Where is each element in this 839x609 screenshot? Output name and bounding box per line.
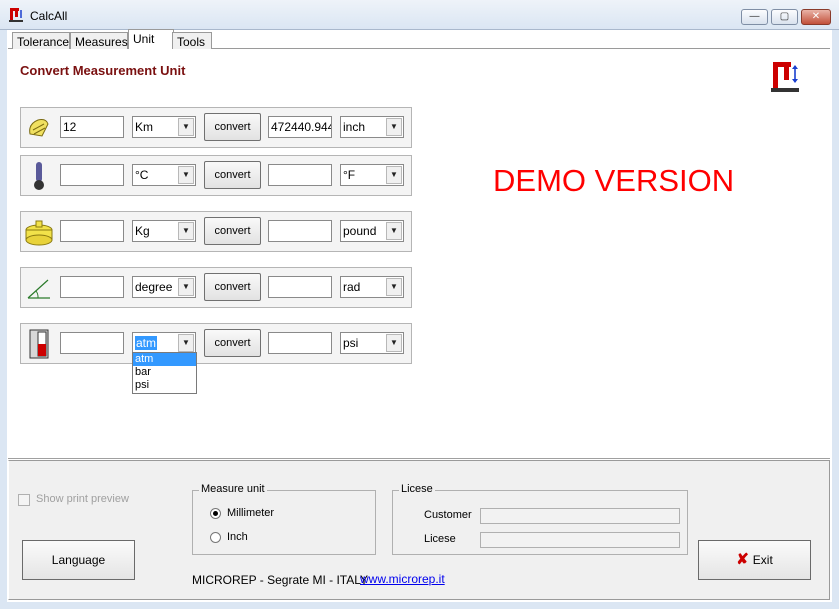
angle-input[interactable] [60, 276, 124, 298]
temperature-to-unit-select[interactable]: °F ▼ [340, 164, 404, 186]
pressure-unit-dropdown-list: atm bar psi [132, 352, 197, 394]
millimeter-radio[interactable] [210, 508, 221, 519]
show-print-preview-label: Show print preview [36, 493, 129, 505]
window-title: CalcAll [30, 9, 68, 23]
length-convert-button[interactable]: convert [204, 113, 261, 141]
angle-convert-button[interactable]: convert [204, 273, 261, 301]
title-bar: CalcAll — ▢ ✕ [0, 0, 839, 30]
tape-measure-icon [29, 119, 49, 137]
angle-from-unit-value: degree [135, 280, 173, 294]
length-from-unit-value: Km [135, 120, 153, 134]
weight-from-unit-value: Kg [135, 224, 150, 238]
conversion-row-pressure: atm ▼ convert psi ▼ [20, 323, 412, 364]
pressure-output[interactable] [268, 332, 332, 354]
license-label: Licese [424, 533, 456, 545]
conversion-row-length: 12 Km ▼ convert 472440.9448 inch ▼ [20, 107, 412, 148]
length-input[interactable]: 12 [60, 116, 124, 138]
pressure-input[interactable] [60, 332, 124, 354]
measure-unit-label: Measure unit [199, 483, 267, 495]
license-field[interactable] [480, 532, 680, 548]
angle-from-unit-select[interactable]: degree ▼ [132, 276, 196, 298]
tab-measures[interactable]: Measures [70, 32, 128, 49]
exit-label: Exit [752, 553, 773, 567]
chevron-down-icon[interactable]: ▼ [386, 278, 402, 296]
customer-label: Customer [424, 509, 472, 521]
chevron-down-icon[interactable]: ▼ [386, 166, 402, 184]
chevron-down-icon[interactable]: ▼ [386, 334, 402, 352]
weight-to-unit-select[interactable]: pound ▼ [340, 220, 404, 242]
minimize-button[interactable]: — [741, 9, 768, 25]
weight-input[interactable] [60, 220, 124, 242]
page-title: Convert Measurement Unit [20, 63, 186, 78]
chevron-down-icon[interactable]: ▼ [178, 166, 194, 184]
length-from-unit-select[interactable]: Km ▼ [132, 116, 196, 138]
length-to-unit-value: inch [343, 120, 366, 134]
angle-output[interactable] [268, 276, 332, 298]
tab-tools[interactable]: Tools [172, 32, 212, 49]
temperature-from-unit-select[interactable]: °C ▼ [132, 164, 196, 186]
weight-to-unit-value: pound [343, 224, 377, 238]
weight-convert-button[interactable]: convert [204, 217, 261, 245]
thermometer-icon [34, 162, 44, 190]
tab-unit[interactable]: Unit [128, 29, 174, 49]
chevron-down-icon[interactable]: ▼ [386, 118, 402, 136]
show-print-preview-checkbox[interactable] [18, 494, 30, 506]
angle-to-unit-select[interactable]: rad ▼ [340, 276, 404, 298]
pressure-from-unit-value: atm [135, 336, 158, 350]
language-button[interactable]: Language [22, 540, 135, 580]
close-button[interactable]: ✕ [801, 9, 831, 25]
pressure-gauge-icon [29, 329, 49, 359]
inch-label: Inch [227, 531, 248, 543]
temperature-convert-button[interactable]: convert [204, 161, 261, 189]
company-label: MICROREP - Segrate MI - ITALY [192, 573, 369, 587]
close-x-icon: ✘ [736, 551, 749, 568]
angle-icon [27, 279, 50, 299]
pressure-convert-button[interactable]: convert [204, 329, 261, 357]
pressure-to-unit-select[interactable]: psi ▼ [340, 332, 404, 354]
chevron-down-icon[interactable]: ▼ [178, 334, 194, 352]
chevron-down-icon[interactable]: ▼ [178, 222, 194, 240]
temperature-output[interactable] [268, 164, 332, 186]
measure-unit-group: Measure unit [192, 483, 376, 555]
exit-button[interactable]: ✘ Exit [698, 540, 811, 580]
dropdown-option-psi[interactable]: psi [133, 379, 196, 392]
demo-version-label: DEMO VERSION [493, 163, 735, 198]
customer-field[interactable] [480, 508, 680, 524]
weight-output[interactable] [268, 220, 332, 242]
pressure-from-unit-select[interactable]: atm ▼ [132, 332, 196, 354]
length-output[interactable]: 472440.9448 [268, 116, 332, 138]
conversion-row-temperature: °C ▼ convert °F ▼ [20, 155, 412, 196]
conversion-row-angle: degree ▼ convert rad ▼ [20, 267, 412, 308]
inch-radio[interactable] [210, 532, 221, 543]
dropdown-option-bar[interactable]: bar [133, 366, 196, 379]
app-logo-icon [9, 8, 23, 22]
website-link[interactable]: www.microrep.it [360, 572, 445, 586]
maximize-button[interactable]: ▢ [771, 9, 798, 25]
length-to-unit-select[interactable]: inch ▼ [340, 116, 404, 138]
temperature-to-unit-value: °F [343, 168, 356, 182]
chevron-down-icon[interactable]: ▼ [386, 222, 402, 240]
millimeter-label: Millimeter [227, 507, 275, 519]
weight-from-unit-select[interactable]: Kg ▼ [132, 220, 196, 242]
weight-icon [25, 220, 53, 246]
chevron-down-icon[interactable]: ▼ [178, 278, 194, 296]
temperature-from-unit-value: °C [135, 168, 149, 182]
temperature-input[interactable] [60, 164, 124, 186]
pressure-to-unit-value: psi [343, 336, 359, 350]
license-group-label: Licese [399, 483, 435, 495]
calcall-logo-icon [771, 62, 799, 92]
chevron-down-icon[interactable]: ▼ [178, 118, 194, 136]
dropdown-option-atm[interactable]: atm [133, 353, 196, 366]
conversion-row-weight: Kg ▼ convert pound ▼ [20, 211, 412, 252]
angle-to-unit-value: rad [343, 280, 361, 294]
tab-tolerance[interactable]: Tolerance [12, 32, 70, 49]
